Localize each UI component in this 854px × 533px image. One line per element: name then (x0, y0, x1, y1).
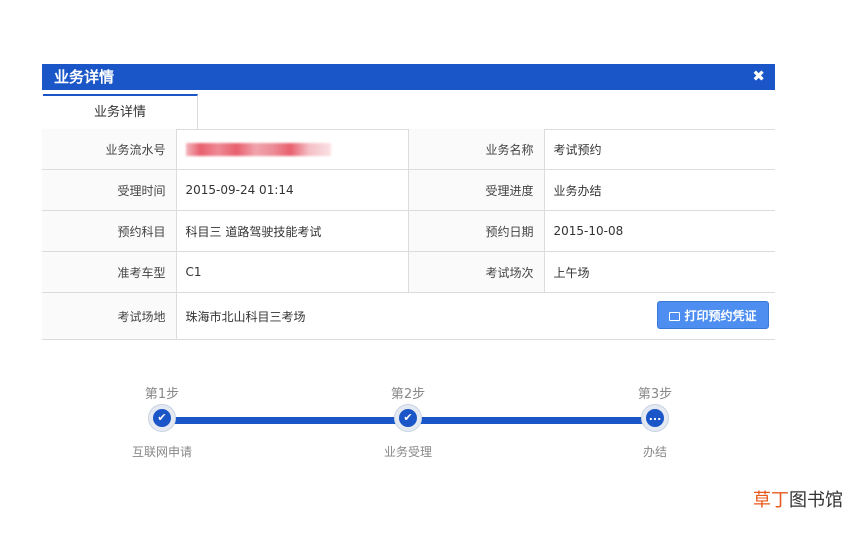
details-table: 业务流水号 业务名称 考试预约 受理时间 2015-09-24 01:14 受理… (42, 129, 775, 340)
accept-time-value: 2015-09-24 01:14 (176, 169, 409, 211)
step-2-check-icon: ✔ (394, 404, 422, 432)
watermark-rest: 图书馆 (789, 490, 843, 511)
accept-progress-label: 受理进度 (408, 169, 545, 211)
booking-date-label: 预约日期 (408, 210, 545, 252)
step-2-title: 第2步 (390, 387, 426, 402)
accept-time-label: 受理时间 (42, 169, 177, 211)
watermark-accent: 草丁 (753, 490, 789, 511)
exam-venue-cell: 珠海市北山科目三考场 打印预约凭证 (176, 292, 775, 340)
printer-icon (669, 312, 681, 321)
exam-venue-label: 考试场地 (42, 292, 177, 340)
exam-session-value: 上午场 (544, 251, 775, 293)
table-row: 预约科目 科目三 道路驾驶技能考试 预约日期 2015-10-08 (42, 210, 775, 252)
tab-bar: 业务详情 (42, 90, 775, 130)
booking-date-value: 2015-10-08 (544, 210, 775, 252)
print-voucher-button[interactable]: 打印预约凭证 (657, 301, 769, 329)
table-row: 受理时间 2015-09-24 01:14 受理进度 业务办结 (42, 169, 775, 211)
step-3-more-icon: ... (641, 404, 669, 432)
vehicle-type-label: 准考车型 (42, 251, 177, 293)
table-row: 业务流水号 业务名称 考试预约 (42, 129, 775, 170)
business-name-label: 业务名称 (408, 129, 545, 170)
tab-business-details[interactable]: 业务详情 (43, 94, 198, 129)
subject-value: 科目三 道路驾驶技能考试 (176, 210, 409, 252)
serial-number-value (176, 129, 409, 170)
table-row: 考试场地 珠海市北山科目三考场 打印预约凭证 (42, 292, 775, 340)
step-1-desc: 互联网申请 (131, 445, 192, 459)
watermark: 草丁图书馆 (753, 486, 843, 512)
step-3-title: 第3步 (637, 387, 673, 402)
vehicle-type-value: C1 (176, 251, 409, 293)
step-1-title: 第1步 (144, 387, 180, 402)
business-name-value: 考试预约 (544, 129, 775, 170)
dialog-titlebar: 业务详情 ✖ (42, 64, 775, 90)
business-details-dialog: 业务详情 ✖ 业务详情 业务流水号 业务名称 考试预约 受理时间 2015-09… (42, 64, 775, 342)
subject-label: 预约科目 (42, 210, 177, 252)
step-3-desc: 办结 (642, 445, 667, 459)
print-voucher-label: 打印预约凭证 (684, 309, 757, 323)
accept-progress-value: 业务办结 (544, 169, 775, 211)
step-2-desc: 业务受理 (383, 445, 432, 459)
exam-session-label: 考试场次 (408, 251, 545, 293)
redacted-serial (185, 143, 331, 156)
dialog-title: 业务详情 (54, 68, 115, 86)
table-row: 准考车型 C1 考试场次 上午场 (42, 251, 775, 293)
close-icon[interactable]: ✖ (752, 67, 765, 85)
progress-track (162, 417, 654, 424)
step-1-check-icon: ✔ (148, 404, 176, 432)
exam-venue-value: 珠海市北山科目三考场 (185, 309, 306, 324)
serial-number-label: 业务流水号 (42, 129, 177, 170)
